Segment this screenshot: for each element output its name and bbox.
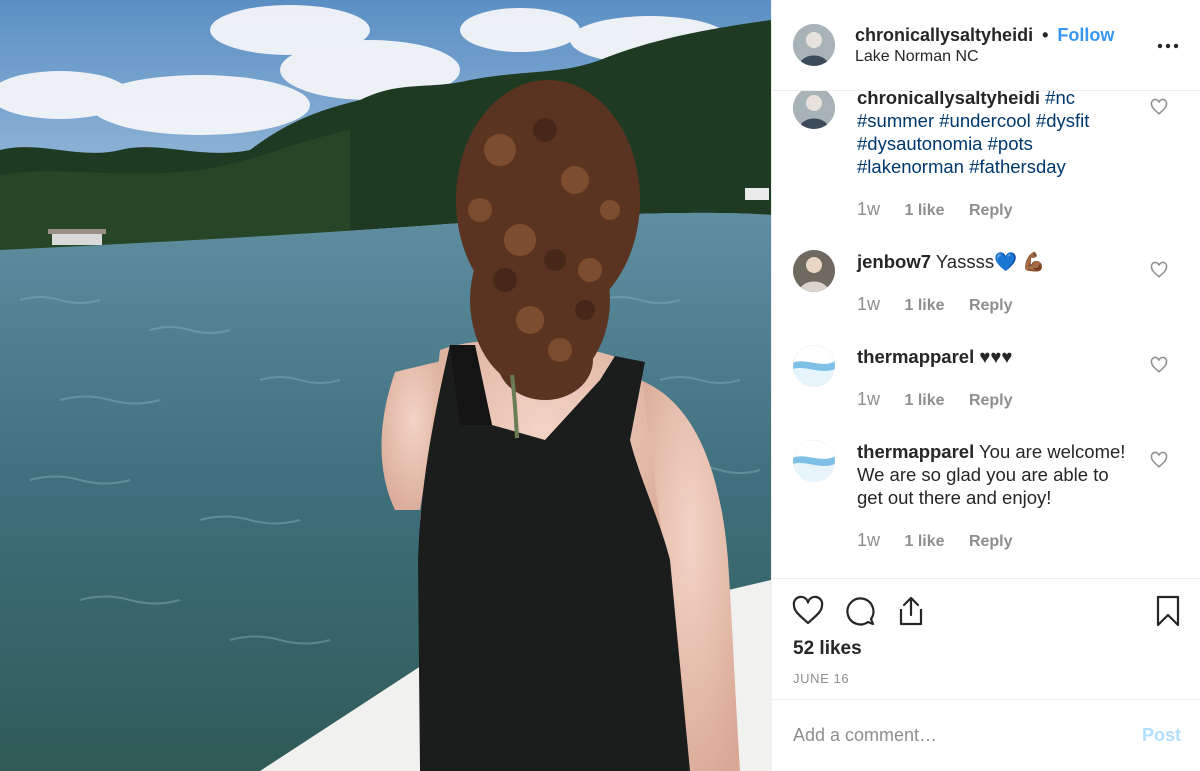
comments-list[interactable]: chronicallysaltyheidi #nc #summer #under… [772,91,1200,578]
comment-time[interactable]: 1w [857,530,880,550]
comment-meta: 1w 1 like Reply [857,294,1013,315]
reply-button[interactable]: Reply [969,297,1013,314]
comment-username[interactable]: jenbow7 [857,251,931,272]
comment-like-heart-icon[interactable] [1150,356,1168,374]
comment-avatar[interactable] [793,250,835,292]
comment-like-heart-icon[interactable] [1150,451,1168,469]
more-options-icon[interactable] [1156,34,1180,58]
comment-time[interactable]: 1w [857,389,880,409]
comment-username[interactable]: thermapparel [857,441,974,462]
comment-meta: 1w 1 like Reply [857,530,1013,551]
comment-meta: 1w 1 like Reply [857,199,1013,220]
comment-body: Yassss💙 💪🏾 [935,251,1046,272]
comment-like-heart-icon[interactable] [1150,261,1168,279]
comment-meta: 1w 1 like Reply [857,389,1013,410]
post-actions: 52 likes JUNE 16 [772,578,1200,710]
hashtag-nc[interactable]: #nc [1045,91,1075,108]
post-header: chronicallysaltyheidi • Follow Lake Norm… [772,0,1200,91]
comment-username[interactable]: thermapparel [857,346,974,367]
comment-avatar[interactable] [793,440,835,482]
likes-count[interactable]: 52 likes [793,638,862,660]
post-location[interactable]: Lake Norman NC [855,48,979,66]
follow-button[interactable]: Follow [1057,25,1114,45]
post-detail-panel: chronicallysaltyheidi • Follow Lake Norm… [771,0,1200,771]
comment-likes[interactable]: 1 like [904,392,944,409]
comment-time[interactable]: 1w [857,199,880,219]
comment-like-heart-icon[interactable] [1150,98,1168,116]
author-avatar[interactable] [793,24,835,66]
reply-button[interactable]: Reply [969,533,1013,550]
post-date[interactable]: JUNE 16 [793,671,849,686]
comment-likes[interactable]: 1 like [904,297,944,314]
share-icon[interactable] [895,595,927,627]
comment-avatar[interactable] [793,91,835,129]
comment-username[interactable]: chronicallysaltyheidi [857,91,1040,108]
comment-likes[interactable]: 1 like [904,533,944,550]
hashtags-line-4[interactable]: #lakenorman #fathersday [857,156,1066,177]
comment-text: thermapparel You are welcome! We are so … [857,440,1137,509]
photo-illustration [0,0,771,771]
comment-avatar[interactable] [793,345,835,387]
comment-text: jenbow7 Yassss💙 💪🏾 [857,250,1137,273]
reply-button[interactable]: Reply [969,392,1013,409]
comment-body: ♥♥♥ [979,346,1013,367]
comment-text: chronicallysaltyheidi #nc #summer #under… [857,91,1137,178]
post-photo[interactable] [0,0,771,771]
hashtags-line-3[interactable]: #dysautonomia #pots [857,133,1033,154]
reply-button[interactable]: Reply [969,202,1013,219]
heart-icon[interactable] [792,595,824,627]
separator-dot: • [1042,25,1049,45]
author-line: chronicallysaltyheidi • Follow [855,25,1114,46]
comment-time[interactable]: 1w [857,294,880,314]
comment-likes[interactable]: 1 like [904,202,944,219]
add-comment-bar: Post [772,699,1200,771]
comment-input[interactable] [793,722,1113,748]
post-comment-button[interactable]: Post [1142,725,1181,746]
bookmark-icon[interactable] [1152,595,1184,627]
hashtags-line-2[interactable]: #summer #undercool #dysfit [857,110,1089,131]
comment-text: thermapparel ♥♥♥ [857,345,1137,368]
author-username[interactable]: chronicallysaltyheidi [855,25,1033,45]
comment-bubble-icon[interactable] [844,595,876,627]
